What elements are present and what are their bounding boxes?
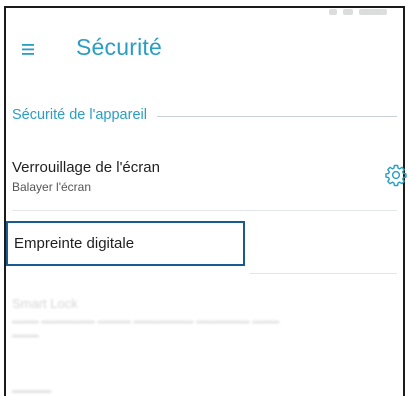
list-divider [250, 273, 397, 274]
fingerprint-item[interactable]: Empreinte digitale [6, 221, 245, 266]
screen-lock-title: Verrouillage de l'écran [12, 159, 160, 176]
fingerprint-title: Empreinte digitale [14, 235, 135, 252]
hamburger-menu-icon[interactable] [18, 40, 40, 58]
screen-lock-item[interactable]: Verrouillage de l'écran Balayer l'écran [6, 152, 403, 204]
app-bar: Sécurité [6, 8, 403, 90]
section-divider [156, 115, 397, 117]
list-divider [12, 210, 397, 211]
smart-lock-item: Smart Lock ━━━━ ━━━━━━━━ ━━━━━ ━━━━━━━━━… [6, 292, 403, 352]
gear-icon[interactable] [384, 163, 408, 187]
smart-lock-summary: ━━━━ ━━━━━━━━ ━━━━━ ━━━━━━━━━ ━━━━━━━━ ━… [12, 317, 279, 343]
faded-list-item: ━━━━━ [12, 384, 52, 396]
section-header-label: Sécurité de l'appareil [12, 107, 147, 123]
section-header: Sécurité de l'appareil [12, 107, 397, 123]
screen-frame-right [403, 6, 405, 396]
screen-lock-summary: Balayer l'écran [12, 180, 91, 194]
smart-lock-title: Smart Lock [12, 296, 78, 311]
page-title: Sécurité [76, 34, 162, 60]
